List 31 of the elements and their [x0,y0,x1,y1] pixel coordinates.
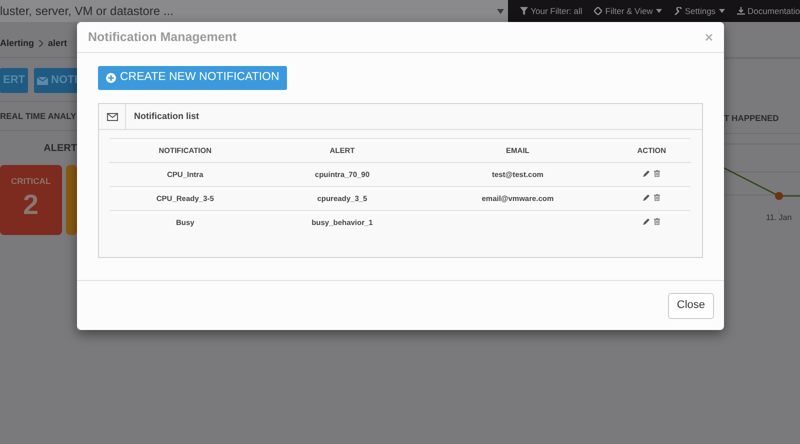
create-notification-button[interactable]: CREATE NEW NOTIFICATION [98,66,288,90]
panel-title: Notification list [134,110,199,123]
modal-title: Notification Management [88,28,237,46]
pencil-icon[interactable] [643,218,650,226]
menu-item[interactable]: Your Filter: all [520,4,582,18]
plus-circle-icon [106,73,116,83]
close-button[interactable]: Close [668,292,714,318]
trash-icon[interactable] [654,170,660,177]
menu-item[interactable]: Settings [674,4,725,18]
envelope-icon [106,112,118,120]
card-label: CRITICAL [10,175,51,188]
pencil-icon[interactable] [643,194,650,201]
breadcrumb-link[interactable]: Alerting [0,36,34,50]
envelope-icon [37,76,48,84]
section-title: T HAPPENED [724,112,779,125]
trash-icon[interactable] [654,194,660,201]
download-icon [736,7,745,15]
filter-icon [520,7,528,15]
menu-item[interactable]: Documentatio [736,4,800,18]
section-title: ALERT [44,142,77,156]
breadcrumb-current: alert [48,36,68,50]
caret-icon [496,8,504,14]
close-button[interactable]: × [704,30,713,44]
trash-icon[interactable] [654,218,660,226]
menu-item[interactable]: Filter & View [594,4,662,18]
section-title: REAL TIME ANALY [0,110,76,122]
axis-label: 11. Jan [766,212,793,224]
pencil-icon[interactable] [643,170,650,177]
chevron-icon [39,40,44,47]
diamond-icon [594,7,602,15]
alert-count: 2 [23,188,39,222]
